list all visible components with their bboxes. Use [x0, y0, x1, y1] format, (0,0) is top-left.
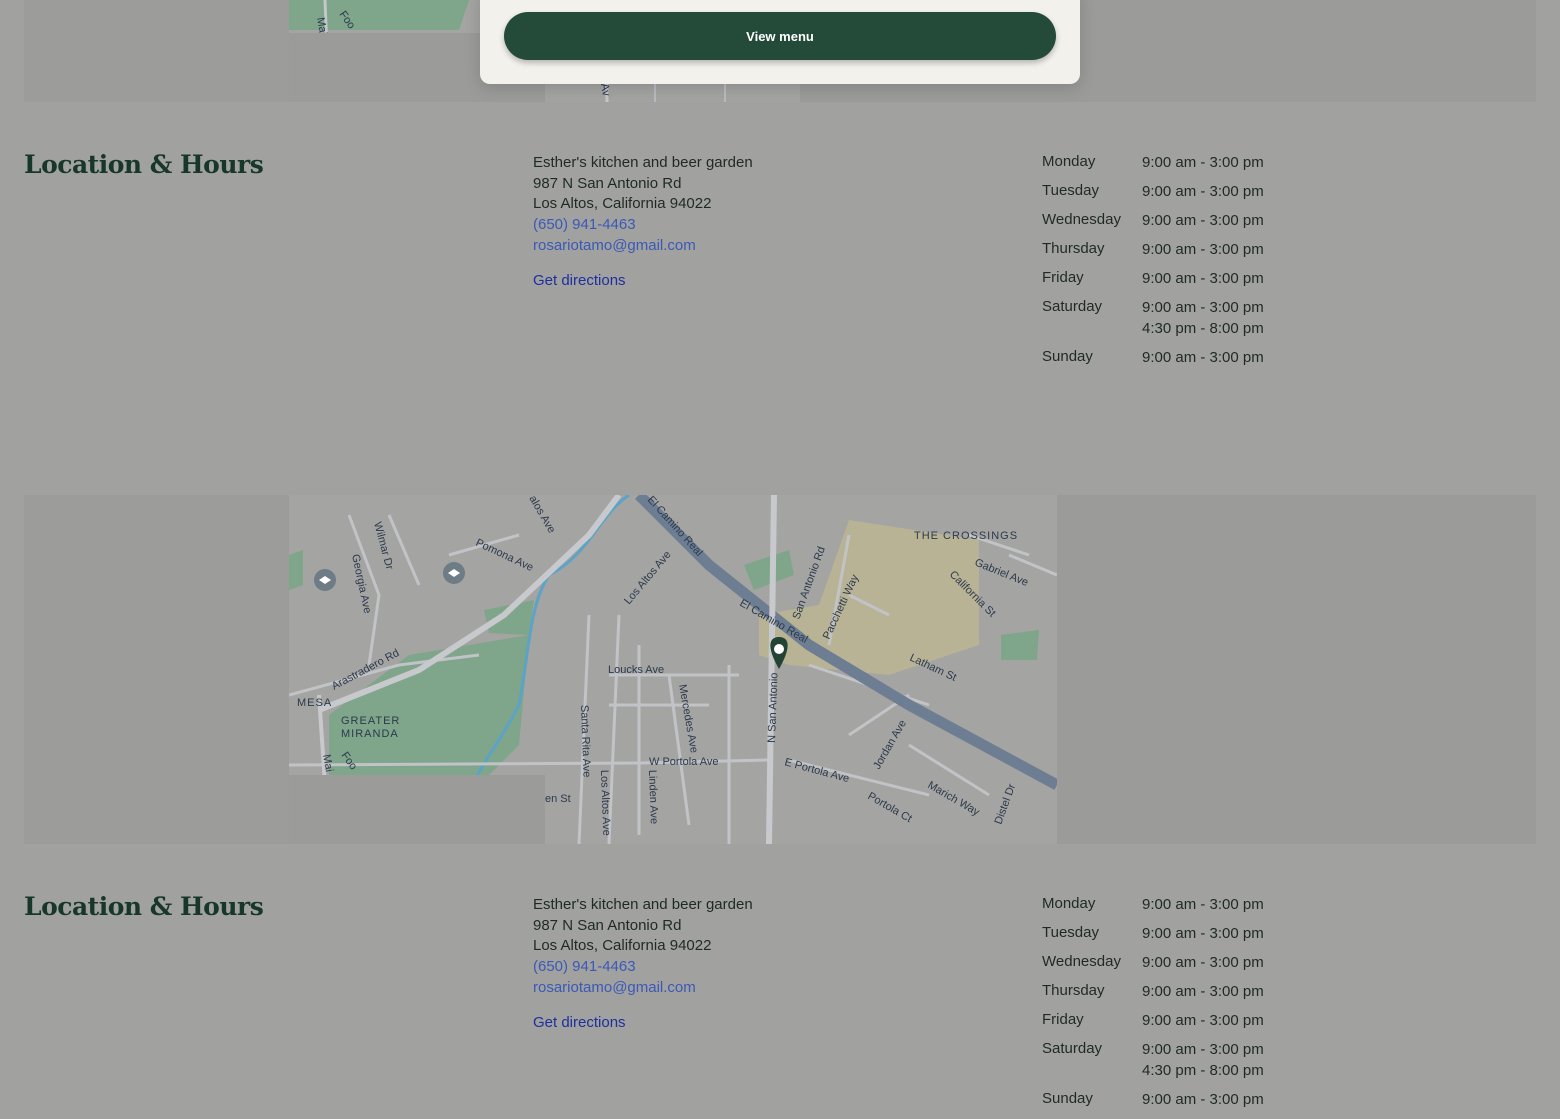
svg-text:Santa Rita Ave: Santa Rita Ave [578, 705, 593, 778]
phone-link[interactable]: (650) 941-4463 [533, 957, 753, 978]
address-block: Esther's kitchen and beer garden 987 N S… [533, 895, 753, 1033]
day-label: Sunday [1042, 1089, 1093, 1107]
svg-text:MESA: MESA [297, 697, 332, 709]
location-hours-title: Location & Hours [24, 892, 264, 921]
phone-link[interactable]: (650) 941-4463 [533, 215, 753, 236]
time-range: 9:00 am - 3:00 pm [1142, 983, 1264, 1000]
time-range: 9:00 am - 3:00 pm [1142, 241, 1264, 258]
time-range: 9:00 am - 3:00 pm [1142, 270, 1264, 287]
menu-modal: View menu [480, 0, 1080, 84]
svg-text:Los Altos Ave: Los Altos Ave [598, 770, 612, 836]
day-label: Thursday [1042, 982, 1105, 999]
svg-text:Linden Ave: Linden Ave [646, 770, 660, 825]
day-label: Saturday [1042, 298, 1103, 315]
day-label: Sunday [1042, 347, 1093, 365]
time-range: 9:00 am - 3:00 pm [1142, 1090, 1264, 1108]
email-link[interactable]: rosariotamo@gmail.com [533, 236, 753, 257]
time-range: 9:00 am - 3:00 pm [1142, 954, 1264, 971]
city-state-zip: Los Altos, California 94022 [533, 195, 712, 213]
street-address: 987 N San Antonio Rd [533, 916, 682, 934]
time-range: 4:30 pm - 8:00 pm [1142, 1061, 1264, 1079]
day-label: Monday [1042, 895, 1096, 912]
day-label: Monday [1042, 153, 1096, 170]
time-range: 9:00 am - 3:00 pm [1142, 348, 1264, 366]
day-label: Wednesday [1042, 211, 1121, 228]
city-state-zip: Los Altos, California 94022 [533, 937, 712, 955]
svg-text:Av: Av [598, 82, 612, 97]
map-band: Pomona Ave Wilmar Dr Georgia Ave alos Av… [24, 495, 1536, 844]
time-range: 9:00 am - 3:00 pm [1142, 183, 1264, 200]
time-range: 9:00 am - 3:00 pm [1142, 154, 1264, 171]
email-link[interactable]: rosariotamo@gmail.com [533, 978, 753, 999]
day-label: Saturday [1042, 1040, 1103, 1057]
time-range: 9:00 am - 3:00 pm [1142, 212, 1264, 229]
svg-text:N San Antonio: N San Antonio [766, 672, 780, 743]
time-range: 4:30 pm - 8:00 pm [1142, 319, 1264, 337]
restaurant-name: Esther's kitchen and beer garden [533, 154, 753, 171]
svg-text:Loucks Ave: Loucks Ave [608, 664, 664, 676]
time-range: 9:00 am - 3:00 pm [1142, 925, 1264, 942]
day-label: Friday [1042, 269, 1084, 286]
view-menu-button[interactable]: View menu [504, 12, 1056, 60]
time-range: 9:00 am - 3:00 pm [1142, 299, 1264, 316]
svg-text:W Portola Ave: W Portola Ave [649, 756, 719, 768]
address-block: Esther's kitchen and beer garden 987 N S… [533, 153, 753, 291]
day-label: Thursday [1042, 240, 1105, 257]
day-label: Tuesday [1042, 182, 1099, 199]
day-label: Friday [1042, 1011, 1084, 1028]
street-address: 987 N San Antonio Rd [533, 174, 682, 192]
svg-text:en St: en St [545, 793, 571, 805]
svg-text:THE CROSSINGS: THE CROSSINGS [914, 530, 1018, 542]
school-icon [443, 562, 465, 584]
location-hours-title: Location & Hours [24, 150, 264, 179]
get-directions-link[interactable]: Get directions [533, 1013, 753, 1034]
time-range: 9:00 am - 3:00 pm [1142, 1012, 1264, 1029]
restaurant-name: Esther's kitchen and beer garden [533, 896, 753, 913]
svg-text:GREATER: GREATER [341, 715, 400, 727]
svg-text:MIRANDA: MIRANDA [341, 728, 399, 740]
time-range: 9:00 am - 3:00 pm [1142, 1041, 1264, 1058]
time-range: 9:00 am - 3:00 pm [1142, 896, 1264, 913]
school-icon [314, 569, 336, 591]
day-label: Tuesday [1042, 924, 1099, 941]
get-directions-link[interactable]: Get directions [533, 271, 753, 292]
day-label: Wednesday [1042, 953, 1121, 970]
